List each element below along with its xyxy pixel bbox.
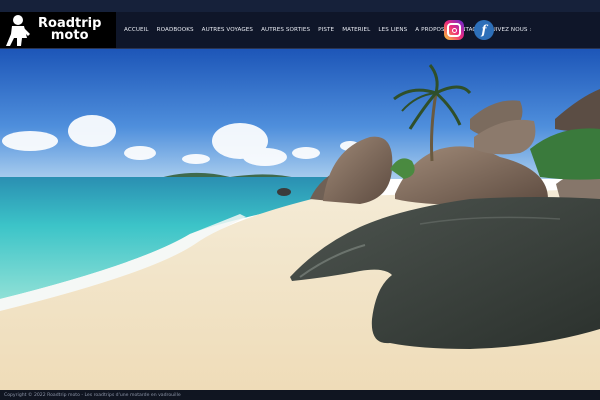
top-strip: [0, 0, 600, 12]
menu-item-accueil[interactable]: ACCUEIL: [120, 27, 153, 33]
menu-item-autres-sorties[interactable]: AUTRES SORTIES: [257, 27, 314, 33]
instagram-glyph: [447, 23, 461, 37]
beach-illustration: [0, 49, 600, 390]
facebook-icon[interactable]: f: [474, 20, 494, 40]
footer: Copyright © 2022 Roadtrip moto - Les roa…: [0, 390, 600, 400]
copyright-text: Copyright © 2022 Roadtrip moto - Les roa…: [4, 392, 181, 398]
menu-item-roadbooks[interactable]: ROADBOOKS: [153, 27, 198, 33]
menu-item-autres-voyages[interactable]: AUTRES VOYAGES: [198, 27, 257, 33]
hero-beach-photo: [0, 49, 600, 390]
menu-item-materiel[interactable]: MATERIEL: [338, 27, 374, 33]
instagram-icon[interactable]: [444, 20, 464, 40]
brand-line-2: moto: [50, 28, 89, 43]
rider-icon: [6, 15, 30, 46]
site-logo[interactable]: Roadtrip moto: [0, 12, 116, 48]
menu-item-piste[interactable]: PISTE: [314, 27, 338, 33]
site-brand: Roadtrip moto: [38, 17, 101, 43]
menu-item-les-liens[interactable]: LES LIENS: [374, 27, 411, 33]
